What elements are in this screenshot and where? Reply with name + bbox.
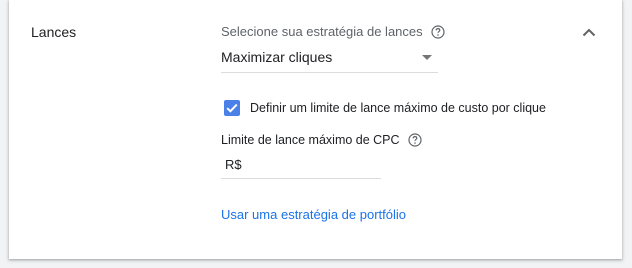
max-cpc-label: Limite de lance máximo de CPC <box>221 133 400 147</box>
check-icon <box>226 103 238 113</box>
max-cpc-input[interactable]: R$ <box>221 152 381 179</box>
caret-down-icon <box>422 55 432 60</box>
currency-prefix: R$ <box>225 157 242 172</box>
max-cpc-label-row: Limite de lance máximo de CPC <box>221 133 422 147</box>
portfolio-strategy-link[interactable]: Usar uma estratégia de portfólio <box>221 207 406 222</box>
strategy-label-row: Selecione sua estratégia de lances <box>221 24 445 39</box>
collapse-button[interactable] <box>577 20 601 44</box>
bidding-card: Lances Selecione sua estratégia de lance… <box>9 0 622 259</box>
strategy-select-value: Maximizar cliques <box>221 49 333 65</box>
help-circle-icon[interactable] <box>431 24 445 39</box>
strategy-label: Selecione sua estratégia de lances <box>221 24 423 39</box>
chevron-up-icon <box>582 28 596 36</box>
max-cpc-checkbox[interactable] <box>224 100 240 116</box>
max-cpc-checkbox-row: Definir um limite de lance máximo de cus… <box>224 100 546 116</box>
help-circle-icon[interactable] <box>407 133 422 147</box>
strategy-select[interactable]: Maximizar cliques <box>221 44 438 73</box>
section-title: Lances <box>31 24 77 40</box>
max-cpc-checkbox-label[interactable]: Definir um limite de lance máximo de cus… <box>250 101 546 115</box>
